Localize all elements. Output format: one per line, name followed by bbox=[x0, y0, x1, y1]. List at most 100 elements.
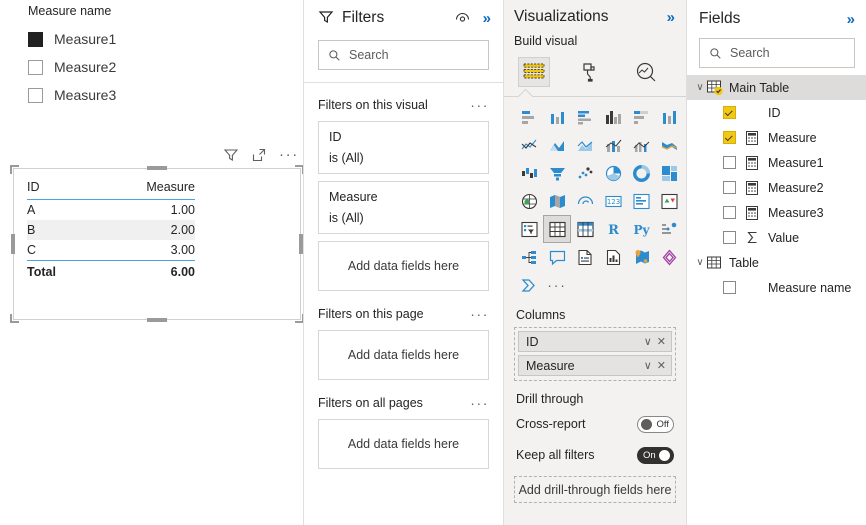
field-checkbox[interactable] bbox=[723, 106, 736, 119]
table-row[interactable]: C 3.00 bbox=[27, 240, 195, 261]
table-visual[interactable]: ID Measure A 1.00 B 2.00 C 3.00 Total 6.… bbox=[10, 165, 304, 323]
field-item-measure1[interactable]: Measure1 bbox=[687, 150, 866, 175]
donut-chart-icon[interactable] bbox=[627, 159, 655, 187]
filter-icon[interactable] bbox=[223, 147, 239, 163]
filter-dropzone-visual[interactable]: Add data fields here bbox=[318, 241, 489, 291]
filter-dropzone-all-pages[interactable]: Add data fields here bbox=[318, 419, 489, 469]
more-visuals-icon[interactable]: ··· bbox=[543, 271, 571, 299]
field-item-measure2[interactable]: Measure2 bbox=[687, 175, 866, 200]
slicer-item-measure3[interactable]: Measure3 bbox=[14, 81, 264, 109]
measure-name-slicer[interactable]: Measure name Measure1 Measure2 Measure3 bbox=[14, 4, 264, 109]
ribbon-chart-icon[interactable] bbox=[655, 131, 683, 159]
chevron-down-icon[interactable]: ∨ bbox=[644, 359, 652, 372]
waterfall-chart-icon[interactable] bbox=[515, 159, 543, 187]
resize-handle-w[interactable] bbox=[11, 234, 15, 254]
paginated-report-icon[interactable] bbox=[599, 243, 627, 271]
arcgis-map-icon[interactable] bbox=[627, 243, 655, 271]
resize-handle-s[interactable] bbox=[147, 318, 167, 322]
matrix-icon[interactable] bbox=[571, 215, 599, 243]
filter-dropzone-page[interactable]: Add data fields here bbox=[318, 330, 489, 380]
field-item-measure3[interactable]: Measure3 bbox=[687, 200, 866, 225]
stacked-bar-chart-icon[interactable] bbox=[515, 103, 543, 131]
line-stacked-column-chart-icon[interactable] bbox=[599, 131, 627, 159]
table-row[interactable]: A 1.00 bbox=[27, 200, 195, 221]
remove-field-icon[interactable]: ✕ bbox=[657, 335, 666, 348]
power-apps-icon[interactable] bbox=[655, 243, 683, 271]
more-options-icon[interactable]: ··· bbox=[279, 147, 299, 162]
columns-well[interactable]: ID ∨ ✕ Measure ∨ ✕ bbox=[514, 327, 676, 381]
pie-chart-icon[interactable] bbox=[599, 159, 627, 187]
decomposition-tree-icon[interactable] bbox=[515, 243, 543, 271]
collapse-fields-pane-button[interactable]: » bbox=[847, 12, 855, 27]
field-chip-id[interactable]: ID ∨ ✕ bbox=[518, 331, 672, 352]
field-chip-measure[interactable]: Measure ∨ ✕ bbox=[518, 355, 672, 376]
remove-field-icon[interactable]: ✕ bbox=[657, 359, 666, 372]
area-chart-icon[interactable] bbox=[543, 131, 571, 159]
line-chart-icon[interactable] bbox=[515, 131, 543, 159]
focus-mode-icon[interactable] bbox=[251, 147, 267, 163]
line-clustered-column-chart-icon[interactable] bbox=[627, 131, 655, 159]
field-checkbox[interactable] bbox=[723, 131, 736, 144]
treemap-icon[interactable] bbox=[655, 159, 683, 187]
filter-card-measure[interactable]: Measure is (All) bbox=[318, 181, 489, 234]
tab-build-visual[interactable] bbox=[518, 57, 550, 87]
filter-group-menu-icon[interactable]: ··· bbox=[470, 396, 489, 410]
filter-group-menu-icon[interactable]: ··· bbox=[470, 98, 489, 112]
chevron-down-icon[interactable]: ∨ bbox=[693, 82, 707, 93]
field-checkbox[interactable] bbox=[723, 156, 736, 169]
key-influencers-icon[interactable] bbox=[655, 215, 683, 243]
checkbox-icon[interactable] bbox=[28, 59, 43, 75]
funnel-chart-icon[interactable] bbox=[543, 159, 571, 187]
field-checkbox[interactable] bbox=[723, 181, 736, 194]
report-canvas[interactable]: Measure name Measure1 Measure2 Measure3 bbox=[0, 0, 304, 525]
smart-narrative-icon[interactable] bbox=[571, 243, 599, 271]
fields-table-main-table[interactable]: ∨ Main Table bbox=[687, 75, 866, 100]
multi-row-card-icon[interactable] bbox=[627, 187, 655, 215]
drill-through-dropzone[interactable]: Add drill-through fields here bbox=[514, 476, 676, 503]
visual-header-toolbar[interactable]: ··· bbox=[223, 147, 299, 163]
column-header-measure[interactable]: Measure bbox=[89, 179, 195, 200]
clustered-column-chart-icon[interactable] bbox=[599, 103, 627, 131]
tab-format-visual[interactable] bbox=[574, 57, 606, 87]
kpi-icon[interactable] bbox=[655, 187, 683, 215]
field-item-measure-name[interactable]: Measure name bbox=[687, 275, 866, 300]
field-item-measure[interactable]: Measure bbox=[687, 125, 866, 150]
fields-search-input[interactable]: Search bbox=[699, 38, 855, 68]
slicer-icon[interactable] bbox=[515, 215, 543, 243]
checkbox-icon[interactable] bbox=[28, 87, 43, 103]
slicer-item-measure1[interactable]: Measure1 bbox=[14, 25, 264, 53]
table-icon[interactable] bbox=[543, 215, 571, 243]
stacked-column-chart-icon[interactable] bbox=[543, 103, 571, 131]
field-checkbox[interactable] bbox=[723, 206, 736, 219]
map-icon[interactable] bbox=[515, 187, 543, 215]
stacked-area-chart-icon[interactable] bbox=[571, 131, 599, 159]
collapse-filters-pane-button[interactable]: » bbox=[483, 11, 491, 26]
column-header-id[interactable]: ID bbox=[27, 179, 90, 200]
hundred-percent-stacked-column-chart-icon[interactable] bbox=[655, 103, 683, 131]
checkbox-icon[interactable] bbox=[28, 31, 43, 47]
field-checkbox[interactable] bbox=[723, 231, 736, 244]
resize-handle-sw[interactable] bbox=[10, 314, 19, 323]
qna-icon[interactable] bbox=[543, 243, 571, 271]
chevron-down-icon[interactable]: ∨ bbox=[693, 257, 707, 268]
resize-handle-n[interactable] bbox=[147, 166, 167, 170]
filter-group-menu-icon[interactable]: ··· bbox=[470, 307, 489, 321]
tab-analytics[interactable] bbox=[630, 57, 662, 87]
r-script-visual-icon[interactable]: R bbox=[599, 215, 627, 243]
field-item-value[interactable]: Value bbox=[687, 225, 866, 250]
card-icon[interactable]: 123 bbox=[599, 187, 627, 215]
collapse-visualizations-pane-button[interactable]: » bbox=[667, 10, 675, 25]
field-checkbox[interactable] bbox=[723, 281, 736, 294]
slicer-item-measure2[interactable]: Measure2 bbox=[14, 53, 264, 81]
resize-handle-nw[interactable] bbox=[10, 165, 19, 174]
azure-map-icon[interactable] bbox=[571, 187, 599, 215]
eye-icon[interactable] bbox=[455, 11, 470, 26]
python-visual-icon[interactable]: Py bbox=[627, 215, 655, 243]
scatter-chart-icon[interactable] bbox=[571, 159, 599, 187]
cross-report-toggle[interactable]: Off bbox=[637, 415, 674, 433]
filters-search-input[interactable]: Search bbox=[318, 40, 489, 70]
filter-card-id[interactable]: ID is (All) bbox=[318, 121, 489, 174]
keep-all-filters-toggle[interactable]: On bbox=[637, 446, 674, 464]
table-row[interactable]: B 2.00 bbox=[27, 220, 195, 240]
clustered-bar-chart-icon[interactable] bbox=[571, 103, 599, 131]
